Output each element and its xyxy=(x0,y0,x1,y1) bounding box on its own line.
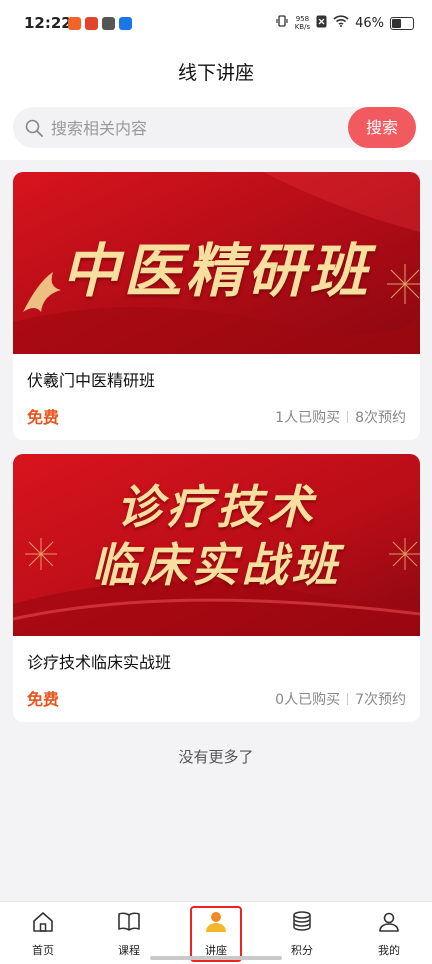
book-icon xyxy=(118,912,140,931)
bought-count: 1人已购买 xyxy=(275,410,341,426)
search-bar: 搜索 xyxy=(13,107,416,150)
no-more-text: 没有更多了 xyxy=(178,748,254,766)
active-tab-highlight xyxy=(190,906,242,962)
app-notification-icon xyxy=(68,17,81,30)
course-title[interactable]: 伏羲门中医精研班 xyxy=(27,367,155,391)
course-banner[interactable]: 中医精研班 xyxy=(13,172,420,354)
course-stats: 1人已购买 8次预约 xyxy=(275,407,406,427)
sim-off-icon xyxy=(316,15,327,32)
course-stats: 0人已购买 7次预约 xyxy=(275,689,406,709)
course-price: 免费 xyxy=(27,408,60,427)
link-notification-icon xyxy=(102,17,115,30)
user-icon xyxy=(379,912,399,932)
home-icon xyxy=(33,912,53,932)
home-indicator xyxy=(150,956,282,960)
tab-profile-label: 我的 xyxy=(378,944,400,957)
notification-icons xyxy=(68,17,132,30)
status-bar: 12:22 958 KB/s 46% xyxy=(0,0,432,52)
alipay-notification-icon xyxy=(119,17,132,30)
coins-icon xyxy=(293,911,311,931)
mail-notification-icon xyxy=(85,17,98,30)
course-price: 免费 xyxy=(27,690,60,709)
tab-points[interactable]: 积分 xyxy=(259,902,345,964)
search-button[interactable]: 搜索 xyxy=(348,107,416,148)
booked-count: 8次预约 xyxy=(355,410,406,426)
banner-title: 诊疗技术 临床实战班 xyxy=(13,478,420,594)
status-right: 958 KB/s 46% xyxy=(275,14,414,32)
search-icon xyxy=(25,119,43,141)
vibrate-icon xyxy=(275,14,289,32)
course-card[interactable]: 诊疗技术 临床实战班 诊疗技术临床实战班 免费 0人已购买 7次预约 xyxy=(13,454,420,722)
bought-count: 0人已购买 xyxy=(275,692,341,708)
wifi-icon xyxy=(333,15,349,31)
banner-title-line2: 临床实战班 xyxy=(91,538,342,592)
page-title: 线下讲座 xyxy=(177,62,254,84)
banner-title: 中医精研班 xyxy=(61,237,372,305)
tab-profile[interactable]: 我的 xyxy=(346,902,432,964)
search-input[interactable] xyxy=(49,107,343,150)
tab-courses[interactable]: 课程 xyxy=(86,902,172,964)
banner-title-line1: 诊疗技术 xyxy=(116,480,317,534)
tab-home[interactable]: 首页 xyxy=(0,902,86,964)
battery-icon xyxy=(390,16,414,30)
tab-home-label: 首页 xyxy=(32,944,54,957)
course-card[interactable]: 中医精研班 伏羲门中医精研班 免费 1人已购买 8次预约 xyxy=(13,172,420,440)
status-time: 12:22 xyxy=(24,14,72,32)
booked-count: 7次预约 xyxy=(355,692,406,708)
course-title[interactable]: 诊疗技术临床实战班 xyxy=(27,649,171,673)
network-speed: 958 KB/s xyxy=(294,15,311,31)
course-banner[interactable]: 诊疗技术 临床实战班 xyxy=(13,454,420,636)
battery-percent: 46% xyxy=(355,15,384,31)
